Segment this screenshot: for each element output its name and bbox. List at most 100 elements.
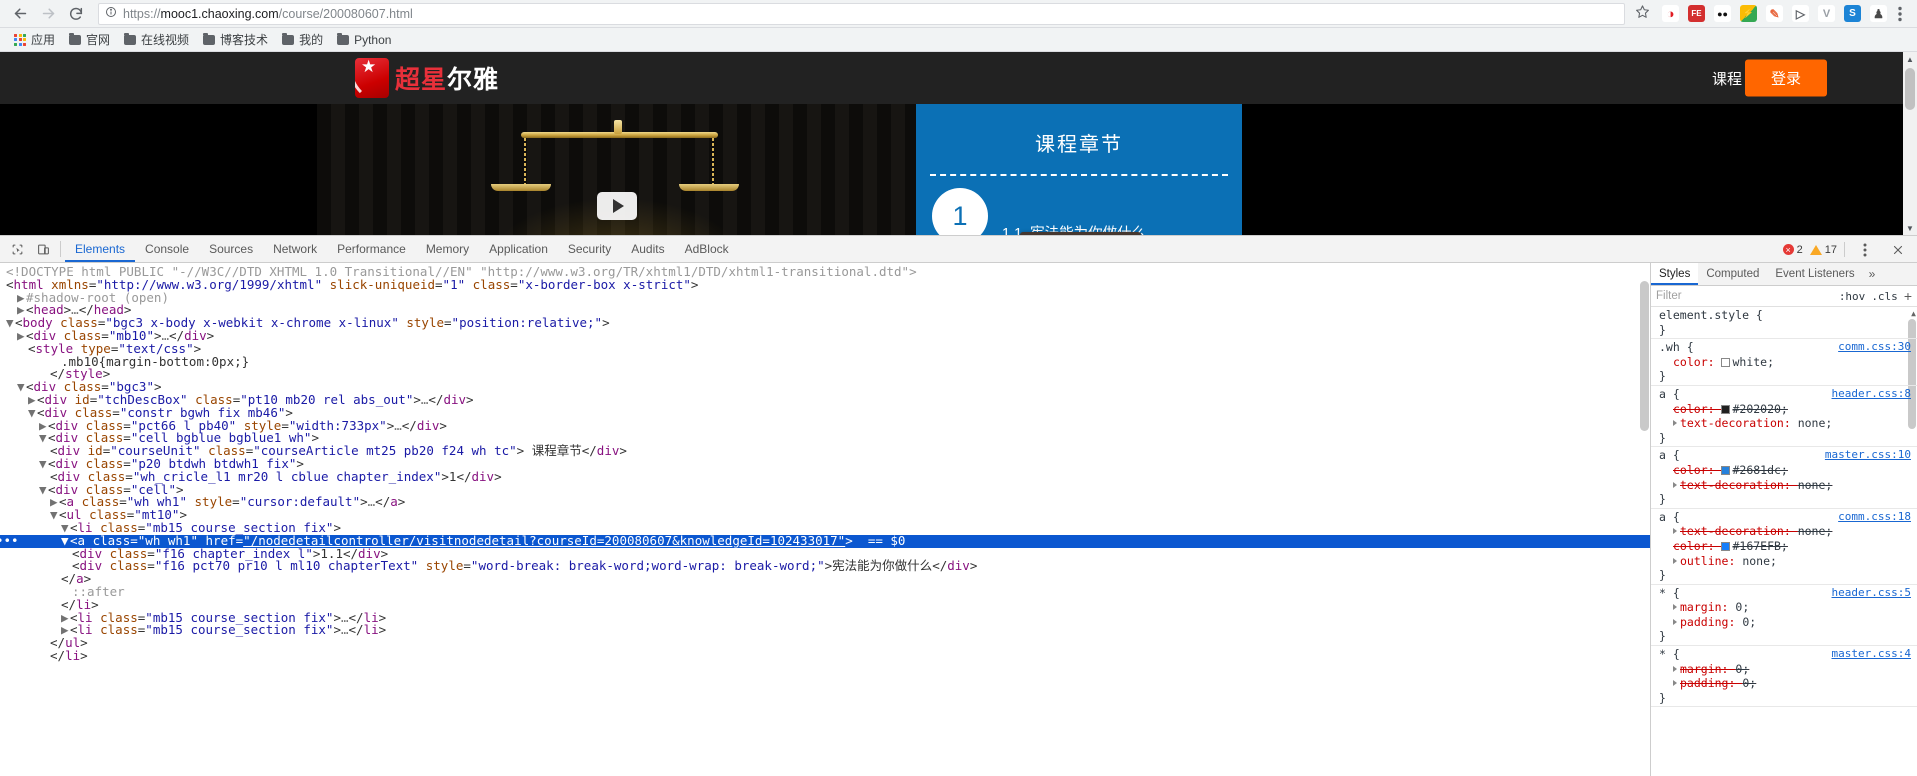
bookmark-star-icon[interactable] xyxy=(1635,4,1650,24)
style-value[interactable]: 0; xyxy=(1735,600,1749,614)
rule-selector[interactable]: * { xyxy=(1659,586,1680,600)
dom-node[interactable]: <html xmlns="http://www.w3.org/1999/xhtm… xyxy=(0,278,1650,292)
style-rule[interactable]: a {master.css:10 color: #2681dc; text-deco… xyxy=(1651,447,1917,509)
tab-audits[interactable]: Audits xyxy=(621,236,674,262)
dom-node[interactable]: </a> xyxy=(0,572,1650,586)
bookmark-apps[interactable]: 应用 xyxy=(8,29,61,50)
dom-node[interactable]: ▶#shadow-root (open) xyxy=(0,291,1650,305)
dom-node[interactable]: .mb10{margin-bottom:0px;} xyxy=(0,355,1650,369)
color-swatch[interactable] xyxy=(1721,404,1731,414)
bookmark-python[interactable]: Python xyxy=(331,31,397,49)
bookmark-mine[interactable]: 我的 xyxy=(276,29,329,50)
rule-selector[interactable]: * { xyxy=(1659,647,1680,661)
cls-toggle[interactable]: .cls xyxy=(1871,290,1898,303)
dom-node[interactable]: ▶<li class="mb15 course_section fix">…</… xyxy=(0,623,1650,637)
rule-selector[interactable]: element.style { xyxy=(1659,308,1763,322)
back-button[interactable] xyxy=(8,2,32,26)
tab-memory[interactable]: Memory xyxy=(416,236,479,262)
address-bar[interactable]: https://mooc1.chaoxing.com/course/200080… xyxy=(98,2,1625,25)
dom-node[interactable]: ▶<div class="mb10">…</div> xyxy=(0,329,1650,343)
site-logo[interactable]: 超星尔雅 xyxy=(355,58,499,98)
chapter-row[interactable]: 1 1.1 宪法能为你做什么 xyxy=(932,188,1232,235)
style-property[interactable]: color: white; xyxy=(1659,355,1911,370)
expand-triangle-icon[interactable] xyxy=(1673,665,1677,672)
dom-node[interactable]: </li> xyxy=(0,649,1650,663)
play-button-icon[interactable] xyxy=(596,192,637,221)
expand-triangle-icon[interactable] xyxy=(1673,528,1677,535)
style-rule[interactable]: a {comm.css:18 text-decoration: none; colo… xyxy=(1651,509,1917,585)
course-video-thumbnail[interactable] xyxy=(317,104,916,235)
style-value[interactable]: #202020; xyxy=(1721,402,1788,416)
video-downloader-extension-icon[interactable]: ▷ xyxy=(1792,5,1809,22)
tab-elements[interactable]: Elements xyxy=(65,236,136,262)
dom-tree-pane[interactable]: <!DOCTYPE html PUBLIC "-//W3C//DTD XHTML… xyxy=(0,263,1650,776)
fe-helper-extension-icon[interactable]: FE xyxy=(1688,5,1705,22)
style-property[interactable]: padding: 0; xyxy=(1659,676,1911,691)
style-property[interactable]: margin: 0; xyxy=(1659,600,1911,615)
hov-toggle[interactable]: :hov xyxy=(1839,290,1866,303)
dom-node[interactable]: </style> xyxy=(0,367,1650,381)
expand-triangle-icon[interactable] xyxy=(1673,557,1677,564)
rule-selector[interactable]: .wh { xyxy=(1659,340,1694,354)
style-property[interactable]: outline: none; xyxy=(1659,554,1911,569)
scroll-up-arrow-icon[interactable]: ▲ xyxy=(1903,52,1917,66)
login-button[interactable]: 登录 xyxy=(1744,59,1827,97)
bookmark-official-site[interactable]: 官网 xyxy=(63,29,116,50)
page-info-icon[interactable] xyxy=(105,5,117,23)
style-rule[interactable]: .wh {comm.css:30 color: white;} xyxy=(1651,339,1917,386)
dom-node[interactable]: <div class="f16 pct70 pr10 l ml10 chapte… xyxy=(0,559,1650,573)
tab-sources[interactable]: Sources xyxy=(199,236,263,262)
tab-console[interactable]: Console xyxy=(135,236,199,262)
nav-courses[interactable]: 课程 xyxy=(1712,68,1742,89)
styles-tab[interactable]: Styles xyxy=(1651,263,1699,285)
event-listeners-tab[interactable]: Event Listeners xyxy=(1767,263,1862,285)
tab-network[interactable]: Network xyxy=(263,236,327,262)
vimium-extension-icon[interactable]: V xyxy=(1818,5,1835,22)
bookmark-online-video[interactable]: 在线视频 xyxy=(118,29,195,50)
expand-triangle-icon[interactable] xyxy=(1673,420,1677,427)
styles-filter-input[interactable]: Filter xyxy=(1656,290,1833,302)
rule-source-link[interactable]: header.css:5 xyxy=(1832,586,1911,601)
style-rule[interactable]: * {master.css:4 margin: 0; padding: 0;} xyxy=(1651,646,1917,708)
rule-source-link[interactable]: header.css:8 xyxy=(1832,387,1911,402)
styles-rules-list[interactable]: ▲ element.style {} .wh {comm.css:30 color:… xyxy=(1651,307,1917,776)
color-swatch[interactable] xyxy=(1721,541,1731,551)
inspect-element-icon[interactable] xyxy=(4,236,30,262)
chapter-section-link[interactable]: 1.1 宪法能为你做什么 xyxy=(1002,188,1146,235)
tab-application[interactable]: Application xyxy=(479,236,558,262)
style-property[interactable]: padding: 0; xyxy=(1659,615,1911,630)
rule-source-link[interactable]: master.css:4 xyxy=(1832,647,1911,662)
device-toolbar-icon[interactable] xyxy=(30,236,56,262)
rule-source-link[interactable]: comm.css:30 xyxy=(1838,340,1911,355)
dom-node[interactable]: ::after xyxy=(0,585,1650,599)
devtools-close-icon[interactable] xyxy=(1885,237,1911,263)
rule-source-link[interactable]: master.css:10 xyxy=(1825,448,1911,463)
style-value[interactable]: none; xyxy=(1742,554,1777,568)
rule-selector[interactable]: a { xyxy=(1659,510,1680,524)
snipaste-extension-icon[interactable]: S xyxy=(1844,5,1861,22)
tab-security[interactable]: Security xyxy=(558,236,621,262)
style-rule[interactable]: element.style {} xyxy=(1651,307,1917,340)
style-property[interactable]: text-decoration: none; xyxy=(1659,524,1911,539)
lightshot-extension-icon[interactable]: ♟ xyxy=(1870,5,1887,22)
style-property[interactable]: color: #202020; xyxy=(1659,402,1911,417)
style-property[interactable]: color: #167EFB; xyxy=(1659,539,1911,554)
style-value[interactable]: none; xyxy=(1798,478,1833,492)
style-property[interactable]: color: #2681dc; xyxy=(1659,463,1911,478)
forward-button[interactable] xyxy=(36,2,60,26)
rule-selector[interactable]: a { xyxy=(1659,448,1680,462)
color-swatch[interactable] xyxy=(1721,465,1731,475)
style-value[interactable]: 0; xyxy=(1735,662,1749,676)
tab-performance[interactable]: Performance xyxy=(327,236,416,262)
google-photos-extension-icon[interactable]: ⚡ xyxy=(1740,5,1757,22)
page-scrollbar[interactable]: ▲ ▼ xyxy=(1903,52,1917,235)
style-rule[interactable]: * {header.css:5 margin: 0; padding: 0;} xyxy=(1651,585,1917,647)
styles-more-tabs-icon[interactable]: » xyxy=(1863,267,1882,281)
bookmark-blog-tech[interactable]: 博客技术 xyxy=(197,29,274,50)
dom-node[interactable]: <div class="wh_cricle_l1 mr20 l cblue ch… xyxy=(0,470,1650,484)
expand-triangle-icon[interactable] xyxy=(1673,618,1677,625)
style-value[interactable]: white; xyxy=(1721,355,1774,369)
expand-triangle-icon[interactable] xyxy=(1673,481,1677,488)
page-scrollbar-thumb[interactable] xyxy=(1905,68,1915,110)
style-value[interactable]: none; xyxy=(1798,524,1833,538)
